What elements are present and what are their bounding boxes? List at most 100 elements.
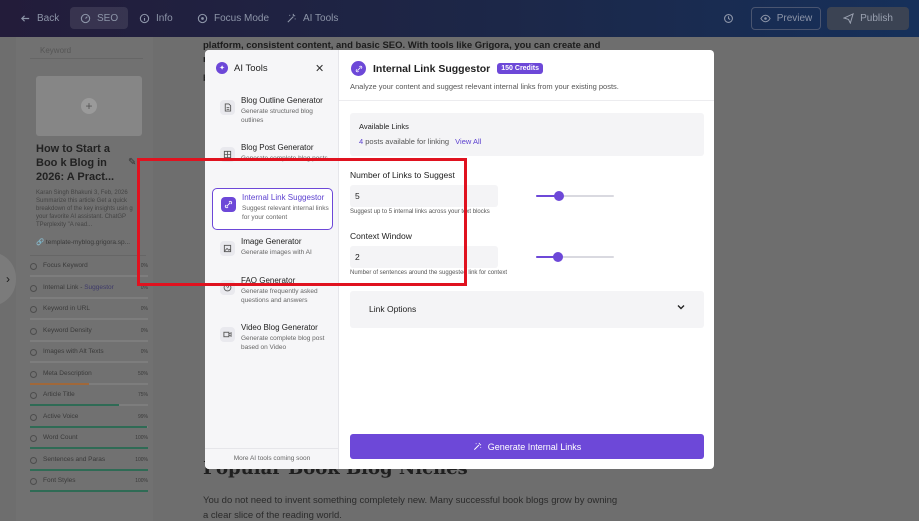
seo-check-item[interactable]: Active Voice 99% bbox=[30, 412, 150, 434]
ai-tool-desc: Generate frequently asked questions and … bbox=[241, 288, 318, 304]
preview-button[interactable]: Preview bbox=[751, 7, 821, 30]
seo-check-item[interactable]: Article Title 75% bbox=[30, 390, 150, 412]
chevron-right-icon[interactable]: › bbox=[0, 252, 16, 306]
link-sparkle-icon bbox=[221, 197, 236, 212]
num-links-input[interactable] bbox=[350, 185, 498, 207]
seo-check-item[interactable]: Internal Link - Suggestor 0% bbox=[30, 283, 150, 305]
seo-check-progress-fill bbox=[30, 404, 119, 406]
seo-check-score: 100% bbox=[135, 435, 148, 441]
seo-check-progress-fill bbox=[30, 447, 148, 449]
seo-check-label-wrap: Internal Link - Suggestor bbox=[43, 284, 114, 291]
ai-tool-item[interactable]: Image Generator Generate images with AI bbox=[212, 233, 333, 275]
seo-check-progress bbox=[30, 361, 148, 363]
seo-check-label: Active Voice bbox=[43, 412, 79, 420]
context-window-help: Number of sentences around the suggested… bbox=[350, 270, 508, 276]
tab-info-label: Info bbox=[156, 13, 173, 24]
available-links-count: 4 bbox=[359, 137, 364, 146]
publish-button[interactable]: Publish bbox=[827, 7, 909, 30]
tool-header: Internal Link Suggestor 150 Credits bbox=[351, 61, 544, 76]
post-url[interactable]: 🔗 template-myblog.grigora.sp... bbox=[36, 238, 146, 246]
history-button[interactable] bbox=[723, 0, 734, 37]
num-links-slider[interactable] bbox=[536, 191, 614, 201]
send-icon bbox=[843, 13, 854, 24]
seo-check-label-wrap: Font Styles bbox=[43, 477, 76, 484]
tab-focus-mode[interactable]: Focus Mode bbox=[197, 0, 269, 37]
context-window-input[interactable] bbox=[350, 246, 498, 268]
link-options-accordion[interactable]: Link Options bbox=[350, 291, 704, 328]
history-icon bbox=[724, 14, 733, 23]
available-links-title: Available Links bbox=[359, 122, 409, 131]
ai-tool-item[interactable]: Video Blog Generator Generate complete bl… bbox=[212, 319, 333, 361]
document-icon bbox=[220, 100, 235, 115]
preview-label: Preview bbox=[776, 13, 813, 24]
ai-tool-name: Blog Outline Generator bbox=[241, 96, 323, 105]
more-tools-note: More AI tools coming soon bbox=[205, 448, 339, 462]
pencil-icon[interactable]: ✎ bbox=[128, 157, 136, 168]
seo-check-progress-fill bbox=[30, 468, 148, 471]
seo-check-item[interactable]: Font Styles 100% bbox=[30, 476, 150, 498]
tab-ai-tools-label: AI Tools bbox=[303, 13, 339, 24]
ai-tool-item[interactable]: Blog Outline Generator Generate structure… bbox=[212, 92, 333, 134]
seo-check-label: Meta Description bbox=[43, 369, 92, 377]
seo-check-label-wrap: Meta Description bbox=[43, 370, 92, 377]
tab-ai-tools[interactable]: AI Tools bbox=[286, 0, 338, 37]
info-icon bbox=[139, 13, 150, 24]
ai-tools-modal: ✦ AI Tools ✕ Blog Outline Generator Gener… bbox=[205, 50, 714, 469]
magic-wand-icon bbox=[287, 13, 296, 23]
seo-check-item[interactable]: Word Count 100% bbox=[30, 433, 150, 455]
ai-tool-desc: Generate complete blog posts bbox=[241, 155, 328, 162]
ai-tool-desc: Generate complete blog post based on Vid… bbox=[241, 335, 325, 351]
seo-check-progress bbox=[30, 447, 148, 449]
ai-tool-item[interactable]: Internal Link Suggestor Suggest relevant … bbox=[212, 188, 333, 230]
seo-check-progress bbox=[30, 339, 148, 342]
seo-check-label: Internal Link - bbox=[43, 283, 85, 291]
back-button[interactable]: Back bbox=[20, 0, 59, 37]
generate-internal-links-button[interactable]: Generate Internal Links bbox=[350, 434, 704, 459]
status-circle-icon bbox=[30, 349, 37, 356]
slider-knob[interactable] bbox=[552, 252, 563, 262]
magic-wand-icon bbox=[473, 442, 481, 451]
seo-checklist: Focus Keyword 0% Internal Link - Suggestor… bbox=[30, 261, 150, 498]
seo-check-score: 75% bbox=[137, 392, 148, 398]
num-links-help: Suggest up to 5 internal links across yo… bbox=[350, 209, 490, 215]
seo-check-label-wrap: Active Voice bbox=[43, 413, 78, 420]
tab-info[interactable]: Info bbox=[139, 0, 173, 37]
status-circle-icon bbox=[30, 435, 37, 442]
context-window-slider[interactable] bbox=[536, 252, 614, 262]
seo-check-item[interactable]: Images with Alt Texts 0% bbox=[30, 347, 150, 369]
seo-check-label: Focus Keyword bbox=[43, 262, 88, 269]
tab-seo[interactable]: SEO bbox=[70, 7, 129, 29]
seo-check-score: 0% bbox=[140, 349, 148, 355]
ai-tool-desc: Suggest relevant internal links for your… bbox=[242, 205, 329, 221]
link-sparkle-icon bbox=[351, 61, 366, 76]
chevron-down-icon bbox=[677, 305, 685, 310]
question-icon bbox=[220, 280, 235, 295]
video-icon bbox=[220, 327, 235, 342]
seo-check-item[interactable]: Keyword Density 0% bbox=[30, 326, 150, 348]
keyword-input[interactable]: Keyword bbox=[30, 42, 143, 59]
seo-check-highlight: Suggestor bbox=[84, 283, 114, 291]
seo-check-score: 0% bbox=[140, 327, 148, 334]
seo-check-item[interactable]: Sentences and Paras 100% bbox=[30, 455, 150, 477]
close-icon[interactable]: ✕ bbox=[315, 62, 324, 75]
available-links-text: posts available for linking bbox=[365, 137, 450, 146]
ai-tool-item[interactable]: Blog Post Generator Generate complete blo… bbox=[212, 139, 333, 181]
seo-check-item[interactable]: Keyword in URL 0% bbox=[30, 304, 150, 326]
tab-focus-mode-label: Focus Mode bbox=[214, 13, 270, 24]
seo-check-item[interactable]: Meta Description 50% bbox=[30, 369, 150, 391]
credits-badge: 150 Credits bbox=[497, 63, 544, 74]
view-all-link[interactable]: View All bbox=[455, 137, 481, 146]
plus-icon: + bbox=[81, 98, 97, 114]
featured-image-placeholder[interactable]: + bbox=[36, 76, 142, 136]
seo-check-label-wrap: Sentences and Paras bbox=[43, 456, 105, 463]
seo-check-label: Keyword in URL bbox=[43, 305, 90, 312]
seo-check-label-wrap: Keyword Density bbox=[43, 327, 92, 334]
slider-knob[interactable] bbox=[554, 191, 565, 201]
ai-tool-name: Internal Link Suggestor bbox=[242, 193, 325, 202]
status-circle-icon bbox=[30, 392, 37, 399]
ai-tool-item[interactable]: FAQ Generator Generate frequently asked q… bbox=[212, 272, 333, 314]
seo-check-progress bbox=[30, 296, 148, 299]
seo-check-item[interactable]: Focus Keyword 0% bbox=[30, 261, 150, 283]
focus-icon bbox=[197, 13, 208, 24]
seo-check-progress bbox=[30, 275, 148, 277]
